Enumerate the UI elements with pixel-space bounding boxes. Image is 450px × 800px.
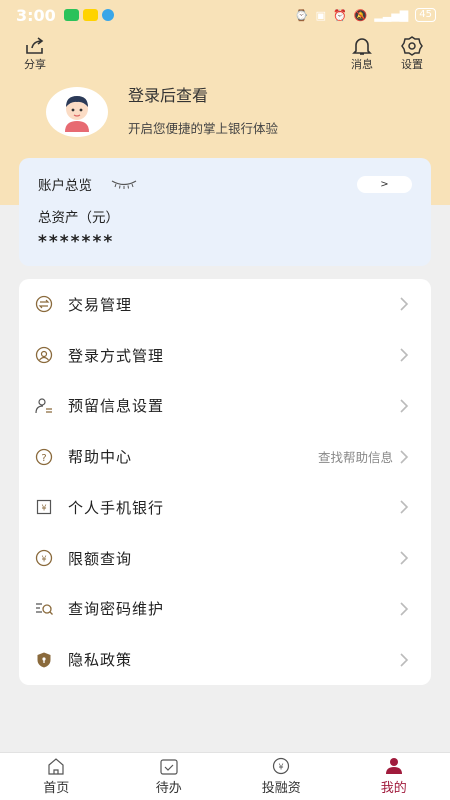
- help-icon: ?: [35, 448, 53, 465]
- menu-item-reserved-info[interactable]: 预留信息设置: [19, 381, 431, 432]
- eye-closed-icon[interactable]: [110, 179, 138, 189]
- menu-list: 交易管理 登录方式管理 预留信息设置 ? 帮助中心 查找帮助信息 ¥ 个人手机银…: [19, 279, 431, 685]
- bottom-tab-bar: 首页 待办 ¥ 投融资 我的: [0, 752, 450, 800]
- user-icon: [385, 758, 402, 774]
- user-info-icon: [35, 398, 52, 413]
- menu-label: 隐私政策: [68, 651, 133, 670]
- nfc-icon: ▣: [315, 8, 327, 22]
- mute-icon: 🔕: [353, 8, 368, 22]
- alarm-icon: ⏰: [333, 8, 347, 22]
- menu-label: 个人手机银行: [68, 498, 165, 517]
- login-subtitle: 开启您便捷的掌上银行体验: [128, 121, 279, 136]
- gear-icon: [401, 36, 423, 56]
- status-bar: 3:00 ⌚ ▣ ⏰ 🔕 ▂▃▅▇ 45: [0, 0, 450, 30]
- menu-label: 查询密码维护: [68, 600, 165, 619]
- share-label: 分享: [24, 58, 46, 71]
- menu-label: 限额查询: [68, 549, 133, 568]
- menu-label: 交易管理: [68, 295, 133, 314]
- invest-icon: ¥: [273, 757, 290, 775]
- tab-home[interactable]: 首页: [0, 753, 113, 800]
- chevron-right-icon: [400, 500, 409, 514]
- menu-label: 登录方式管理: [68, 346, 165, 365]
- profile-section[interactable]: 登录后查看 开启您便捷的掌上银行体验: [46, 86, 278, 137]
- share-icon: [26, 37, 44, 54]
- tab-label: 我的: [380, 781, 407, 796]
- exchange-icon: [35, 296, 53, 313]
- tab-mine[interactable]: 我的: [338, 753, 450, 800]
- svg-text:?: ?: [41, 453, 46, 464]
- notification-icons: [63, 9, 114, 21]
- help-hint: 查找帮助信息: [317, 450, 393, 466]
- menu-item-mobile-banking[interactable]: ¥ 个人手机银行: [19, 482, 431, 533]
- chevron-right-icon: [400, 399, 409, 413]
- chevron-right-icon: [400, 551, 409, 565]
- tab-label: 投融资: [261, 781, 301, 796]
- wechat-icon: [63, 9, 79, 21]
- messages-label: 消息: [351, 58, 373, 71]
- menu-item-privacy-policy[interactable]: 隐私政策: [19, 634, 431, 685]
- chevron-right-icon: [400, 653, 409, 667]
- menu-label: 预留信息设置: [68, 397, 165, 416]
- svg-text:¥: ¥: [41, 555, 46, 564]
- home-icon: [48, 758, 64, 775]
- account-overview-label: 账户总览: [38, 178, 92, 194]
- menu-item-limit-query[interactable]: ¥ 限额查询: [19, 533, 431, 584]
- menu-item-help-center[interactable]: ? 帮助中心 查找帮助信息: [19, 431, 431, 482]
- tab-label: 首页: [43, 781, 70, 796]
- menu-item-transaction[interactable]: 交易管理: [19, 279, 431, 330]
- bell-icon: [352, 38, 372, 55]
- total-assets-value: *******: [38, 232, 115, 252]
- tab-todo[interactable]: 待办: [113, 753, 226, 800]
- limit-icon: ¥: [35, 549, 53, 567]
- tab-label: 待办: [155, 781, 182, 796]
- mobile-bank-icon: ¥: [36, 500, 52, 515]
- share-button[interactable]: 分享: [24, 36, 46, 72]
- password-search-icon: [36, 603, 53, 615]
- chevron-right-icon: [400, 602, 409, 616]
- menu-item-login-method[interactable]: 登录方式管理: [19, 330, 431, 381]
- meituan-icon: [82, 9, 98, 21]
- svg-text:¥: ¥: [41, 504, 46, 513]
- chevron-right-icon: [400, 450, 409, 464]
- signal-icon: ▂▃▅▇: [374, 8, 409, 22]
- total-assets-label: 总资产（元）: [38, 210, 119, 226]
- battery-indicator: 45: [415, 8, 436, 22]
- account-expand-button[interactable]: >: [357, 175, 412, 193]
- login-title[interactable]: 登录后查看: [128, 82, 278, 106]
- login-face-icon: [35, 346, 53, 364]
- menu-label: 帮助中心: [68, 448, 133, 467]
- settings-button[interactable]: 设置: [401, 36, 423, 72]
- speed-icon: ⌚: [294, 8, 309, 22]
- chevron-right-icon: [400, 297, 409, 311]
- svg-text:¥: ¥: [279, 763, 284, 772]
- avatar[interactable]: [46, 86, 108, 137]
- status-time: 3:00: [16, 5, 56, 25]
- avatar-cartoon-icon: [65, 95, 89, 132]
- system-status-icons: ⌚ ▣ ⏰ 🔕 ▂▃▅▇ 45: [295, 8, 436, 22]
- privacy-shield-icon: [37, 652, 51, 668]
- menu-item-password-maintenance[interactable]: 查询密码维护: [19, 584, 431, 635]
- messages-button[interactable]: 消息: [351, 36, 373, 72]
- account-overview-card: 账户总览 > 总资产（元） *******: [19, 158, 431, 266]
- tab-invest[interactable]: ¥ 投融资: [225, 753, 338, 800]
- chevron-right-icon: [400, 348, 409, 362]
- app-notification-icon: [101, 9, 114, 21]
- todo-icon: [160, 759, 178, 775]
- top-actions: 分享 消息 设置: [0, 36, 450, 72]
- settings-label: 设置: [401, 58, 423, 71]
